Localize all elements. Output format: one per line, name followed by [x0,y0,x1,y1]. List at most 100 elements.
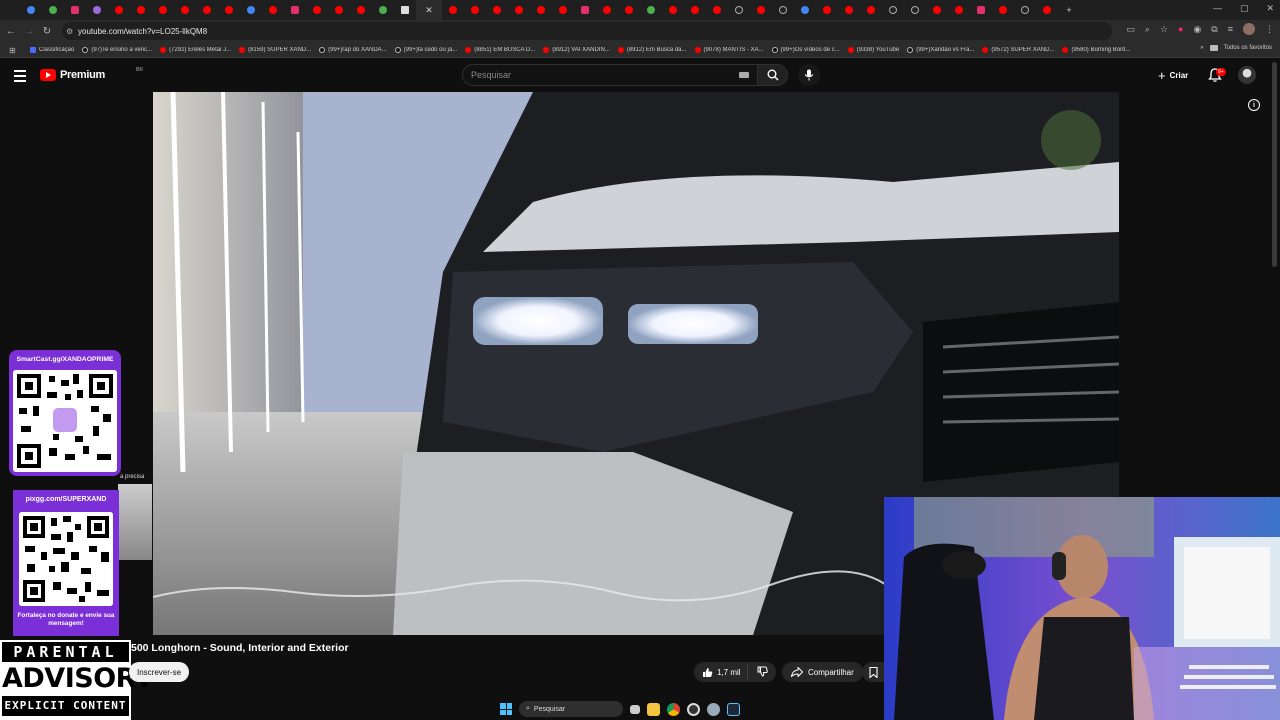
tab[interactable] [196,0,218,20]
tab[interactable] [640,0,662,20]
address-bar[interactable]: ⚙ youtube.com/watch?v=LO25-llkQM8 [62,22,1112,40]
tab[interactable] [1014,0,1036,20]
back-icon[interactable]: ← [2,26,20,37]
tab[interactable] [596,0,618,20]
cast-icon[interactable]: ▭ [1126,24,1135,35]
file-explorer-icon[interactable] [647,702,660,716]
tab[interactable] [442,0,464,20]
tab[interactable] [882,0,904,20]
site-info-icon[interactable]: ⚙ [66,27,73,36]
tab[interactable] [350,0,372,20]
reload-icon[interactable]: ↻ [38,26,56,37]
bookmark-item[interactable]: (9078) MANTIS - XA... [694,46,764,53]
bookmark-item[interactable]: (97)Te ensino a venc... [82,46,152,53]
tab[interactable] [20,0,42,20]
tab[interactable] [130,0,152,20]
minimize-icon[interactable]: — [1213,3,1222,14]
youtube-logo[interactable]: Premium BR [40,67,143,81]
steam-icon[interactable] [727,702,740,716]
tab[interactable] [328,0,350,20]
menu-hamburger-icon[interactable] [14,70,26,85]
tab[interactable] [218,0,240,20]
maximize-icon[interactable]: ▢ [1240,3,1249,14]
tab[interactable] [926,0,948,20]
forward-icon[interactable]: → [20,26,38,37]
tab[interactable] [794,0,816,20]
tab[interactable] [860,0,882,20]
tab[interactable] [728,0,750,20]
tab[interactable] [1036,0,1058,20]
extension-icon[interactable]: ◉ [1193,24,1201,35]
tab[interactable] [684,0,706,20]
menu-kebab-icon[interactable]: ⋮ [1265,24,1274,35]
bookmark-item[interactable]: Classificação [30,46,74,53]
tab[interactable] [948,0,970,20]
bookmark-item[interactable]: (8912) Em Busca da... [617,46,687,53]
bookmark-item[interactable]: (9338) YouTube [847,46,899,53]
tab[interactable] [772,0,794,20]
tab[interactable] [486,0,508,20]
search-button[interactable] [758,64,788,86]
tab[interactable] [108,0,130,20]
subscribe-button[interactable]: Inscrever-se [129,662,190,682]
voice-search-button[interactable] [798,64,820,86]
tab[interactable] [64,0,86,20]
tab[interactable] [86,0,108,20]
tab[interactable] [992,0,1014,20]
bookmark-item[interactable]: (99+)rap do XANDA... [319,46,387,53]
bookmark-item[interactable]: (9572) SUPER XAND... [982,46,1054,53]
tab[interactable] [574,0,596,20]
taskbar-search-input[interactable]: ⌕ Pesquisar [519,701,623,717]
zoom-icon[interactable]: ⌕ [1145,24,1150,35]
tab[interactable] [372,0,394,20]
tab[interactable] [706,0,728,20]
tab[interactable] [970,0,992,20]
bookmark-star-icon[interactable]: ☆ [1160,24,1168,35]
tab[interactable] [904,0,926,20]
bookmark-item[interactable]: (7292) Ereles Metal J... [160,46,231,53]
tab[interactable] [174,0,196,20]
keyboard-icon[interactable] [739,72,749,78]
task-view-icon[interactable] [630,704,640,714]
search-input[interactable]: Pesquisar [462,64,758,86]
windows-start-icon[interactable] [500,703,512,715]
tab[interactable] [838,0,860,20]
tab[interactable] [816,0,838,20]
create-button[interactable]: + Criar [1152,66,1194,84]
tab[interactable] [306,0,328,20]
tab[interactable] [552,0,574,20]
profile-avatar[interactable] [1243,23,1255,35]
apps-grid-icon[interactable]: ⊞ [9,46,16,55]
save-button[interactable] [862,662,884,682]
tab[interactable] [530,0,552,20]
all-bookmarks-label[interactable]: Todos os favoritos [1224,45,1272,51]
obs-icon[interactable] [687,702,700,716]
tab[interactable] [284,0,306,20]
tab[interactable] [508,0,530,20]
tab[interactable] [394,0,416,20]
tab[interactable] [662,0,684,20]
bookmark-item[interactable]: (99+)tá cedo ou já... [394,46,457,53]
close-icon[interactable]: ✕ [425,5,433,16]
bookmark-item[interactable]: (8851) EM BUSCA D... [465,46,535,53]
new-tab-button[interactable]: + [1058,0,1080,20]
bookmark-item[interactable]: (99+)Xandão vs Fra... [907,46,974,53]
tab[interactable] [240,0,262,20]
close-window-icon[interactable]: ✕ [1266,3,1274,14]
media-control-icon[interactable]: ≡ [1228,24,1233,34]
settings-gear-icon[interactable] [707,702,720,716]
bookmark-item[interactable]: (8912) VAI XANDIN... [543,46,610,53]
extensions-puzzle-icon[interactable]: ⧉ [1211,24,1217,35]
tab[interactable] [618,0,640,20]
info-icon[interactable]: i [1248,99,1260,111]
bookmark-item[interactable]: (9580) Burning Bord... [1062,46,1131,53]
extension-icon[interactable]: ● [1178,24,1183,34]
tab[interactable] [42,0,64,20]
tab[interactable] [262,0,284,20]
page-scrollbar[interactable] [1272,62,1277,267]
like-button[interactable]: 1,7 mil [694,665,748,679]
tab-active[interactable]: ✕ [416,0,442,20]
bookmark-item[interactable]: (99+)Os vídeos de c... [771,46,840,53]
tab[interactable] [152,0,174,20]
tab[interactable] [750,0,772,20]
